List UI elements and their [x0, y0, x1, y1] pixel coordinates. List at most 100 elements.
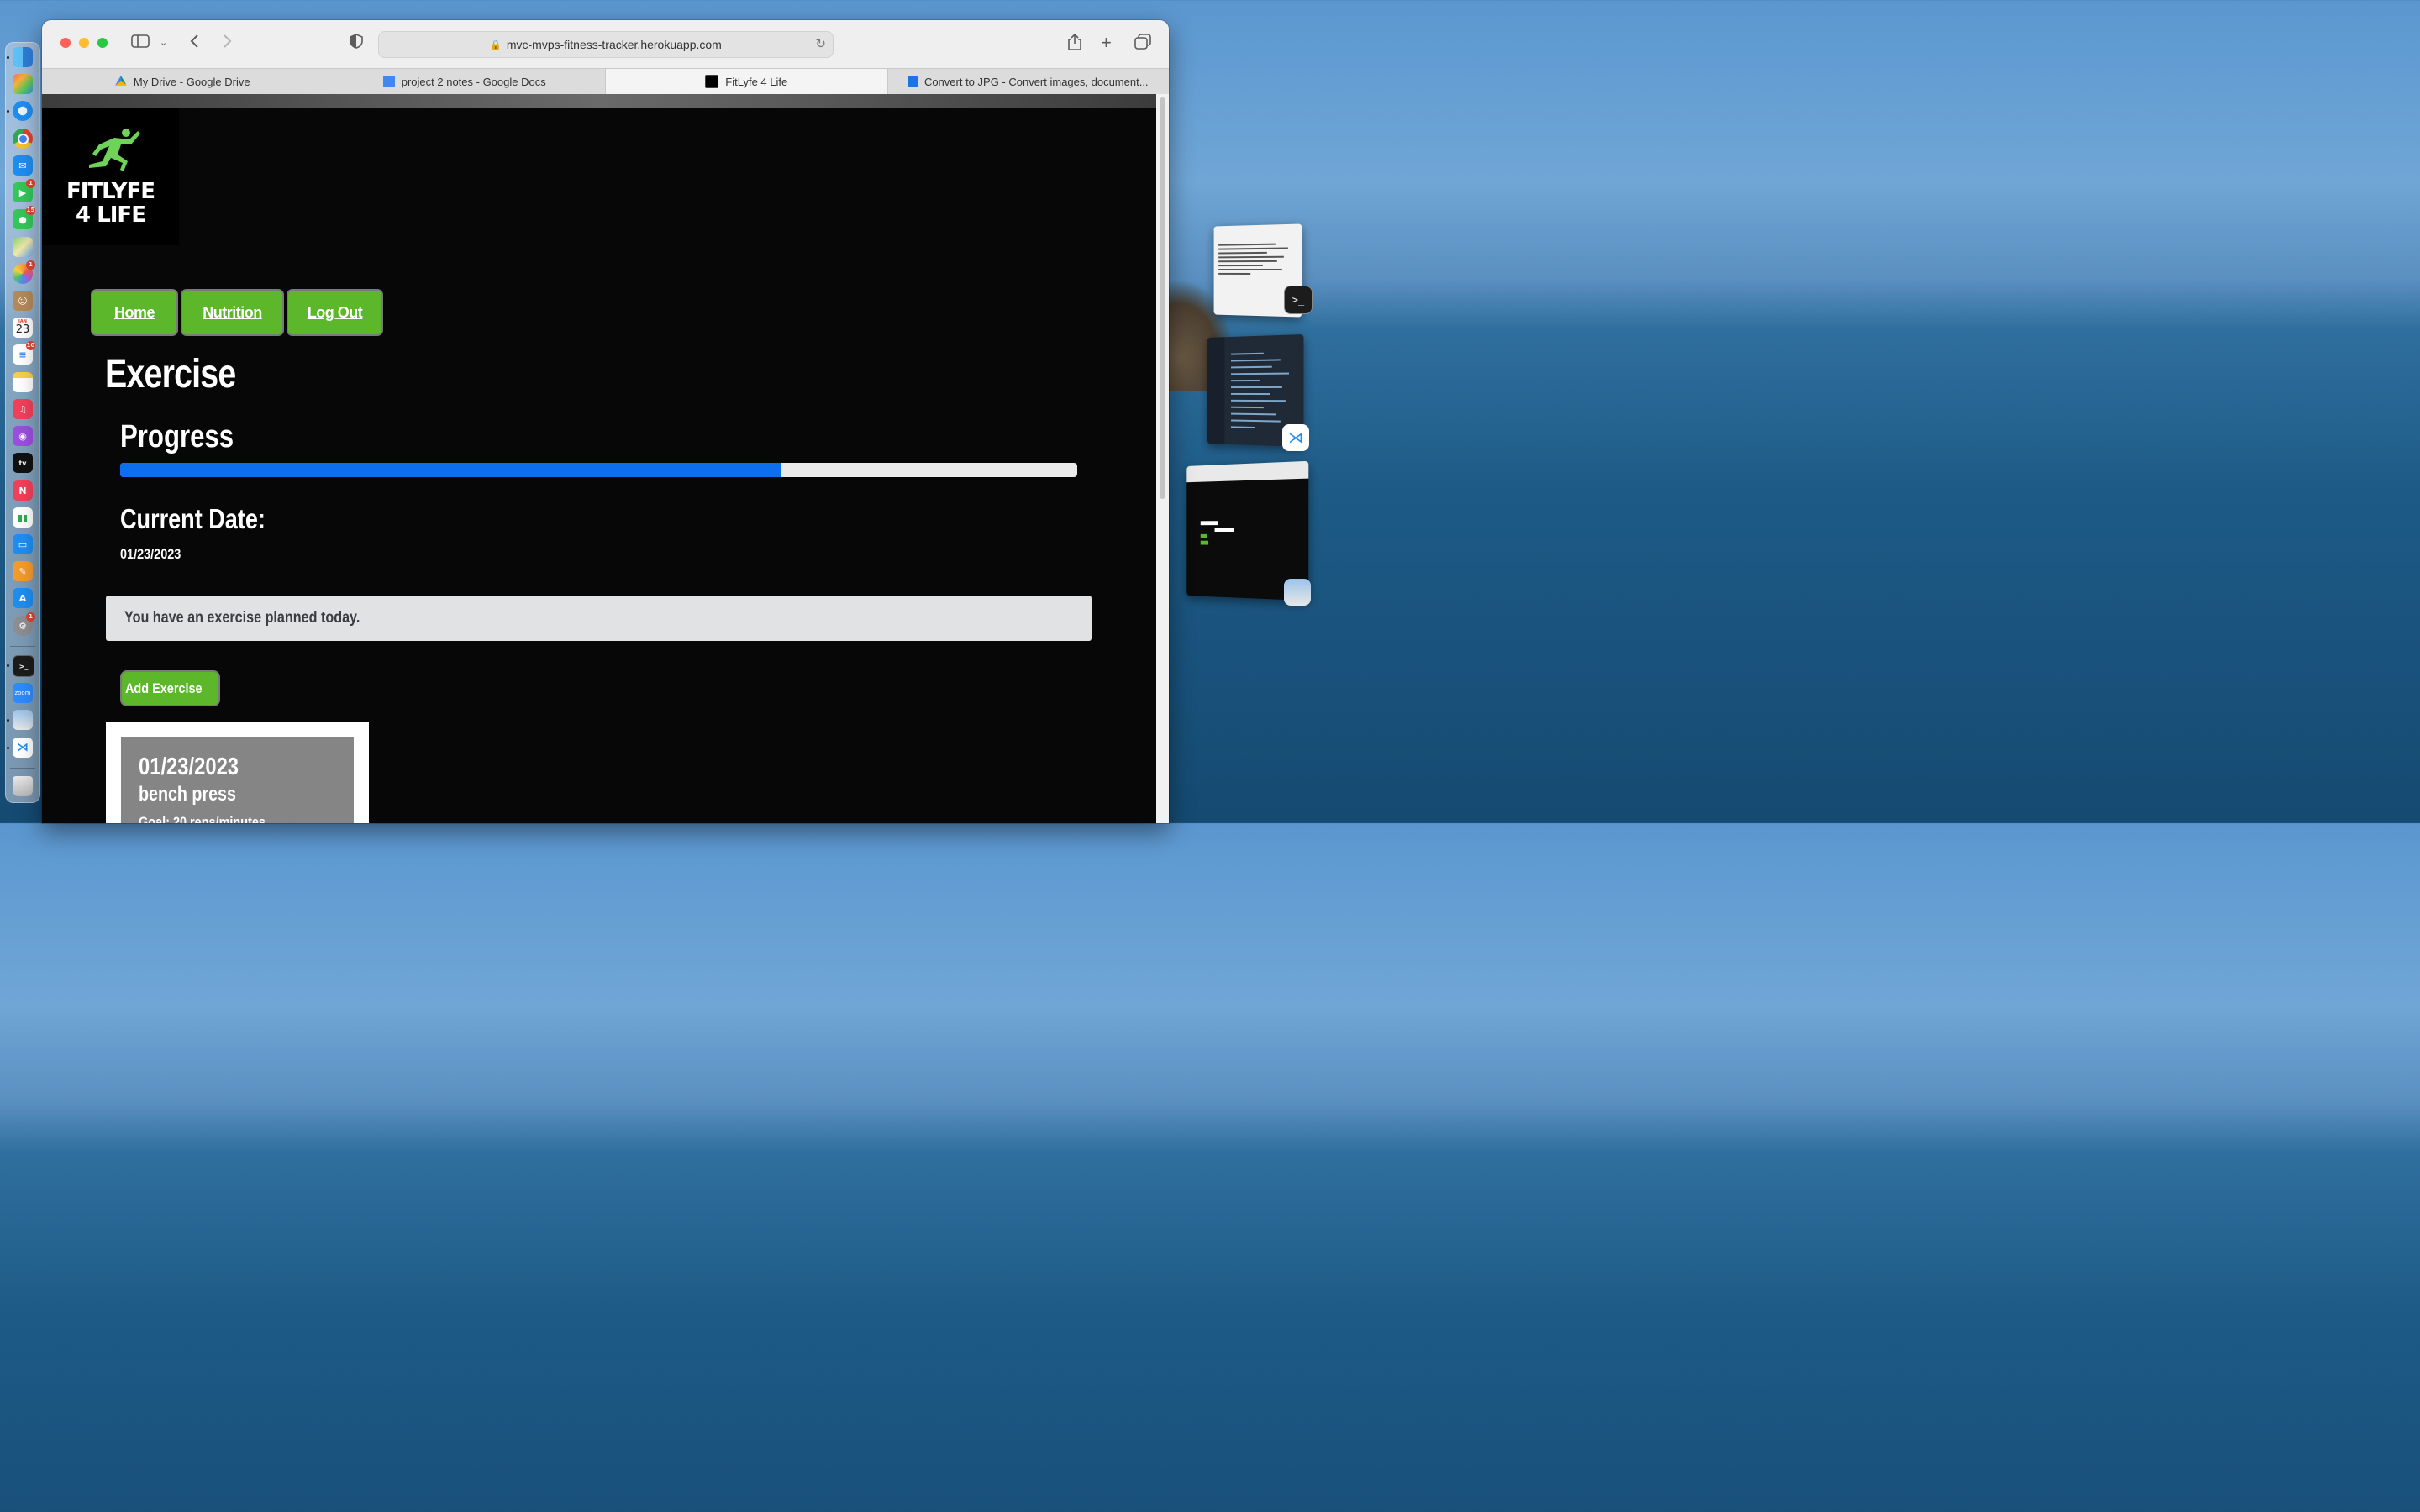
- runner-icon: [88, 129, 140, 171]
- mail-icon[interactable]: ✉: [13, 155, 33, 176]
- url-text: mvc-mvps-fitness-tracker.herokuapp.com: [506, 38, 722, 51]
- zoom-window-button[interactable]: [97, 38, 108, 48]
- address-bar[interactable]: 🔒 mvc-mvps-fitness-tracker.herokuapp.com…: [378, 31, 834, 58]
- podcasts-icon[interactable]: ◉: [13, 426, 33, 446]
- vscode-app-icon[interactable]: ⋊: [1282, 424, 1309, 451]
- add-exercise-button[interactable]: Add Exercise: [120, 670, 220, 706]
- reload-icon[interactable]: ↻: [815, 36, 826, 51]
- exercise-card-date: 01/23/2023: [139, 753, 239, 780]
- notes-icon[interactable]: [13, 372, 33, 392]
- chevron-down-icon[interactable]: ⌄: [160, 34, 167, 52]
- calendar-day: 23: [15, 323, 30, 336]
- tab-label: My Drive - Google Drive: [133, 75, 250, 88]
- alert-text: You have an exercise planned today.: [124, 609, 360, 627]
- tab-google-drive[interactable]: My Drive - Google Drive: [42, 69, 324, 94]
- fitlyfe-icon: [705, 75, 719, 88]
- nav-home-button[interactable]: Home: [91, 289, 178, 336]
- web-page: FITLYFE 4 LIFE Home Nutrition Log Out Ex…: [42, 94, 1156, 823]
- reminders-badge: 10: [26, 341, 35, 350]
- tab-bar: My Drive - Google Drive project 2 notes …: [42, 68, 1169, 95]
- running-indicator: [7, 110, 9, 113]
- thumbnail-toolbar: [1186, 460, 1309, 483]
- running-indicator: [7, 664, 9, 667]
- preview-icon[interactable]: [13, 710, 33, 730]
- close-window-button[interactable]: [60, 38, 71, 48]
- progress-heading: Progress: [120, 419, 234, 454]
- forward-icon[interactable]: [222, 34, 232, 53]
- lock-icon: 🔒: [490, 39, 502, 50]
- launchpad-icon[interactable]: [13, 74, 33, 94]
- photos-icon[interactable]: 1: [13, 260, 35, 284]
- contacts-icon[interactable]: ☺: [13, 291, 33, 311]
- calendar-icon[interactable]: JAN 23: [13, 318, 33, 338]
- dock-separator: [10, 646, 35, 647]
- pages-icon[interactable]: ✎: [13, 561, 33, 581]
- music-icon[interactable]: ♫: [13, 399, 33, 419]
- settings-badge: 1: [26, 612, 35, 622]
- new-tab-icon[interactable]: +: [1101, 34, 1112, 52]
- thumbnail-green-button: [1200, 533, 1207, 538]
- google-drive-icon: [114, 76, 127, 86]
- sidebar-toggle-icon[interactable]: [131, 34, 150, 53]
- progress-bar: [120, 463, 1077, 477]
- zoom-icon[interactable]: zoom: [13, 683, 33, 703]
- nav-nutrition-button[interactable]: Nutrition: [181, 289, 284, 336]
- privacy-shield-icon[interactable]: [350, 34, 363, 53]
- exercise-card-body: 01/23/2023 bench press Goal: 20 reps/min…: [121, 737, 354, 823]
- vscode-icon[interactable]: ⋊: [13, 738, 33, 758]
- thumbnail-field: [1214, 528, 1234, 532]
- preview-app-icon[interactable]: [1284, 579, 1311, 606]
- exercise-planned-alert: You have an exercise planned today.: [106, 596, 1092, 641]
- terminal-icon[interactable]: >_: [13, 655, 34, 677]
- thumbnail-green-button: [1200, 540, 1209, 545]
- safari-icon[interactable]: [13, 101, 33, 121]
- logo-line-2: 4 LIFE: [76, 202, 146, 228]
- share-icon[interactable]: [1067, 33, 1082, 55]
- nav-logout-button[interactable]: Log Out: [287, 289, 383, 336]
- running-indicator: [7, 56, 9, 59]
- numbers-icon[interactable]: ▮▮: [13, 507, 33, 528]
- browser-window: ⌄ 🔒 mvc-mvps-fitness-tracker.herokuapp.c…: [42, 20, 1169, 823]
- tab-google-docs[interactable]: project 2 notes - Google Docs: [324, 69, 606, 94]
- site-logo[interactable]: FITLYFE 4 LIFE: [42, 108, 179, 245]
- chrome-icon[interactable]: [13, 129, 33, 149]
- minimize-window-button[interactable]: [79, 38, 89, 48]
- news-icon[interactable]: N: [13, 480, 33, 501]
- finder-icon[interactable]: [13, 47, 33, 67]
- dock-separator: [10, 768, 35, 769]
- app-store-icon[interactable]: A: [13, 588, 33, 608]
- back-icon[interactable]: [190, 34, 200, 53]
- running-indicator: [7, 747, 9, 749]
- reminders-icon[interactable]: ≡ 10: [13, 341, 35, 365]
- exercise-card[interactable]: 01/23/2023 bench press Goal: 20 reps/min…: [106, 722, 369, 823]
- google-docs-icon: [382, 76, 395, 87]
- site-nav: Home Nutrition Log Out: [91, 289, 383, 336]
- dock: ✉ ▶ 1 ● 15 1 ☺ JAN 23 ≡ 10 ♫ ◉ tv N ▮▮ ▭ ✎ …: [5, 42, 40, 803]
- facetime-icon[interactable]: ▶ 1: [13, 179, 35, 202]
- apple-tv-icon[interactable]: tv: [13, 453, 33, 473]
- system-settings-icon[interactable]: ⚙ 1: [13, 612, 35, 636]
- zoom-label: zoom: [14, 690, 31, 696]
- tab-overview-icon[interactable]: [1134, 34, 1151, 55]
- keynote-icon[interactable]: ▭: [13, 534, 33, 554]
- page-scrollbar-thumb[interactable]: [1160, 97, 1165, 499]
- terminal-app-icon[interactable]: >_: [1284, 286, 1313, 314]
- photos-badge: 1: [26, 260, 35, 270]
- current-date-value: 01/23/2023: [120, 546, 182, 562]
- current-date-heading: Current Date:: [120, 503, 266, 534]
- tab-label: Convert to JPG - Convert images, documen…: [923, 75, 1149, 88]
- messages-badge: 15: [26, 206, 35, 215]
- page-header-strip: [42, 94, 1156, 108]
- facetime-badge: 1: [26, 179, 35, 188]
- page-title: Exercise: [105, 352, 236, 396]
- thumbnail-field: [1200, 521, 1218, 526]
- maps-icon[interactable]: [13, 237, 33, 257]
- tab-fitlyfe[interactable]: FitLyfe 4 Life: [606, 69, 888, 94]
- messages-icon[interactable]: ● 15: [13, 206, 35, 229]
- document-icon: [908, 76, 918, 87]
- browser-toolbar: ⌄ 🔒 mvc-mvps-fitness-tracker.herokuapp.c…: [42, 20, 1169, 68]
- tab-convert-jpg[interactable]: Convert to JPG - Convert images, documen…: [888, 69, 1170, 94]
- tab-label: project 2 notes - Google Docs: [401, 75, 546, 88]
- trash-icon[interactable]: [13, 776, 33, 796]
- exercise-card-name: bench press: [139, 783, 236, 806]
